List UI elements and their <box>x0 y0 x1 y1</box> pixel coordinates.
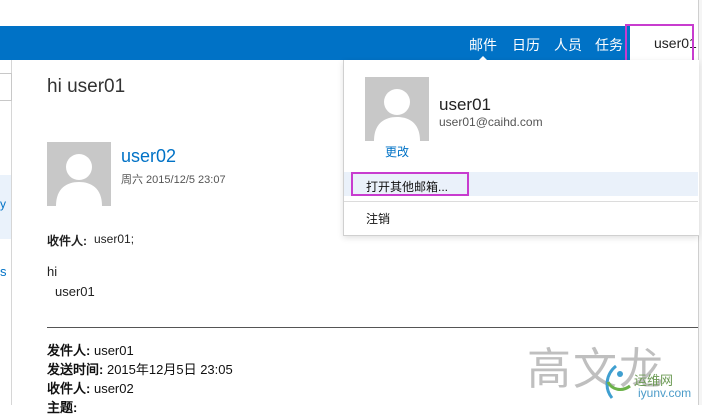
watermark-site-domain: iyunv.com <box>638 386 692 400</box>
account-email: user01@caihd.com <box>439 115 543 129</box>
change-photo-link[interactable]: 更改 <box>385 143 409 160</box>
message-body-line: hi <box>47 264 58 279</box>
message-subject: hi user01 <box>47 76 126 97</box>
sender-name-link[interactable]: user02 <box>121 146 176 167</box>
recipient-value[interactable]: user01; <box>94 232 134 246</box>
sender-avatar <box>47 142 111 206</box>
account-name: user01 <box>439 95 491 114</box>
quoted-to-label: 收件人: <box>47 381 91 396</box>
quoted-from-value: user01 <box>93 343 134 358</box>
sign-out-item[interactable]: 注销 <box>366 210 390 227</box>
watermark-logo-icon <box>605 364 631 399</box>
nav-tasks[interactable]: 任务 <box>595 35 623 55</box>
quoted-from-label: 发件人: <box>47 343 91 358</box>
nav-people[interactable]: 人员 <box>554 35 582 55</box>
quote-divider <box>47 327 698 328</box>
menu-separator <box>344 201 698 202</box>
collapsed-item-glyph: y <box>0 197 6 211</box>
account-avatar <box>365 77 429 141</box>
message-body-line: user01 <box>55 284 95 299</box>
search-input[interactable] <box>0 73 12 101</box>
quoted-subject: 主题: <box>47 397 77 416</box>
nav-mail[interactable]: 邮件 <box>469 35 497 55</box>
message-date: 周六 2015/12/5 23:07 <box>121 174 226 186</box>
quoted-from: 发件人: user01 <box>47 340 134 359</box>
quoted-subject-label: 主题: <box>47 400 78 415</box>
quoted-sent-label: 发送时间: <box>47 362 104 377</box>
quoted-to-value: user02 <box>93 381 134 396</box>
nav-calendar[interactable]: 日历 <box>512 35 540 55</box>
recipient-label: 收件人: <box>47 234 87 248</box>
collapsed-item-glyph-2: s <box>0 264 7 279</box>
highlight-box-open-other <box>351 172 469 196</box>
quoted-to: 收件人: user02 <box>47 378 134 397</box>
quoted-sent-time: 发送时间: 2015年12月5日 23:05 <box>47 359 233 378</box>
quoted-sent-value: 2015年12月5日 23:05 <box>106 362 233 377</box>
top-nav-bar <box>0 26 698 60</box>
